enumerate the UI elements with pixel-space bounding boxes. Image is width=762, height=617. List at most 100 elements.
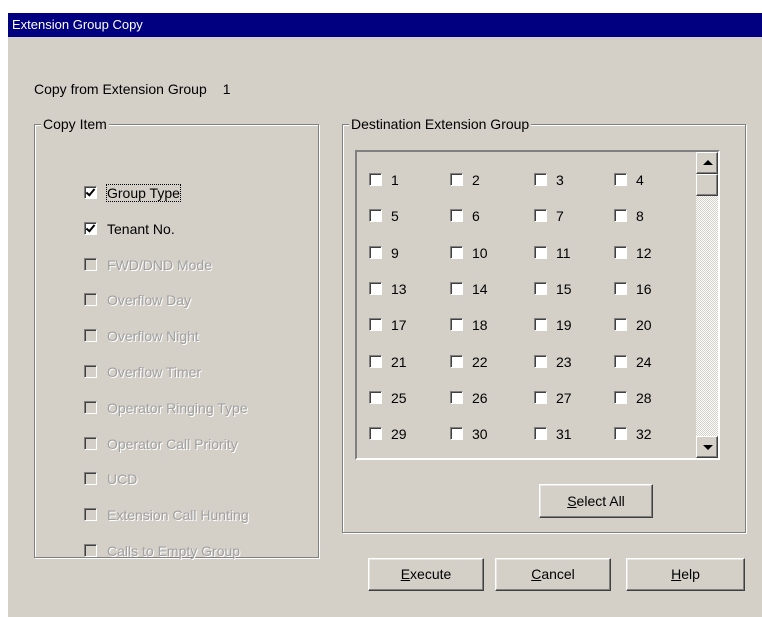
copy-item-label: UCD xyxy=(107,471,138,488)
copy-item-label: Overflow Day xyxy=(107,292,192,309)
copy-item-label: Operator Call Priority xyxy=(107,435,238,452)
destination-label: 21 xyxy=(391,353,407,370)
destination-label: 23 xyxy=(556,353,572,370)
execute-label: xecute xyxy=(410,566,452,582)
destination-checkbox[interactable] xyxy=(450,209,463,223)
destination-label: 2 xyxy=(472,172,480,188)
destination-checkbox[interactable] xyxy=(614,209,627,223)
destination-label: 18 xyxy=(472,317,488,334)
destination-label: 17 xyxy=(391,317,407,334)
destination-label: 7 xyxy=(556,208,564,225)
help-button[interactable]: Help xyxy=(626,558,745,591)
copy-item-legend: Copy Item xyxy=(41,116,109,132)
destination-checkbox[interactable] xyxy=(614,427,627,441)
copy-item-checkbox xyxy=(84,293,97,307)
destination-label: 16 xyxy=(636,280,652,297)
destination-label: 30 xyxy=(472,426,488,443)
destination-checkbox[interactable] xyxy=(369,173,382,186)
destination-checkbox[interactable] xyxy=(369,209,382,223)
copy-item-label: Calls to Empty Group xyxy=(107,543,241,559)
destination-label: 20 xyxy=(636,317,652,334)
destination-label: 1 xyxy=(391,172,399,188)
window-title: Extension Group Copy xyxy=(12,17,143,32)
title-bar: Extension Group Copy xyxy=(8,13,762,37)
destination-label: 3 xyxy=(556,172,564,188)
copy-from-label: Copy from Extension Group xyxy=(34,81,207,97)
destination-checkbox[interactable] xyxy=(450,318,463,332)
copy-item-checkbox[interactable] xyxy=(84,186,97,199)
destination-checkbox[interactable] xyxy=(450,281,463,295)
select-all-mnemonic: S xyxy=(567,493,577,509)
destination-checkbox[interactable] xyxy=(614,281,627,295)
scroll-up-button[interactable] xyxy=(696,152,718,174)
destination-checkbox[interactable] xyxy=(534,173,547,186)
help-mnemonic: H xyxy=(671,566,682,582)
destination-checkbox[interactable] xyxy=(534,245,547,259)
destination-checkbox[interactable] xyxy=(450,427,463,441)
destination-checkbox[interactable] xyxy=(369,318,382,332)
destination-checkbox[interactable] xyxy=(614,318,627,332)
destination-checkbox[interactable] xyxy=(534,318,547,332)
destination-checkbox[interactable] xyxy=(450,173,463,186)
copy-item-label: Group Type xyxy=(106,184,181,202)
destination-label: 11 xyxy=(556,244,571,261)
destination-label: 32 xyxy=(636,426,652,443)
destination-checkbox[interactable] xyxy=(450,390,463,404)
destination-label: 4 xyxy=(636,172,644,188)
execute-button[interactable]: Execute xyxy=(368,558,484,591)
destination-checkbox[interactable] xyxy=(369,427,382,441)
destination-label: 15 xyxy=(556,280,572,297)
destination-extension-group: Destination Extension Group 1 2 3 4 5 6 7 8 9 10 1… xyxy=(342,116,746,533)
destination-label: 28 xyxy=(636,389,652,406)
destination-checkbox[interactable] xyxy=(369,390,382,404)
destination-label: 25 xyxy=(391,389,407,406)
destination-label: 6 xyxy=(472,208,480,225)
destination-checkbox[interactable] xyxy=(614,173,627,186)
destination-checkbox[interactable] xyxy=(614,354,627,368)
copy-item-label: Operator Ringing Type xyxy=(107,399,248,416)
scroll-down-button[interactable] xyxy=(696,436,718,458)
copy-item-checkbox xyxy=(84,400,97,414)
cancel-label: ancel xyxy=(541,566,575,582)
copy-item-checkbox xyxy=(84,508,97,522)
copy-item-label: Overflow Timer xyxy=(107,364,202,380)
arrow-down-icon xyxy=(703,445,713,450)
destination-label: 26 xyxy=(472,389,488,406)
destination-checkbox[interactable] xyxy=(450,354,463,368)
select-all-button[interactable]: Select All xyxy=(539,484,653,518)
copy-item-checkbox xyxy=(84,436,97,450)
destination-label: 13 xyxy=(391,280,407,297)
destination-label: 9 xyxy=(391,244,399,261)
destination-label: 10 xyxy=(472,244,488,261)
cancel-mnemonic: C xyxy=(531,566,542,582)
copy-item-label: Extension Call Hunting xyxy=(107,507,249,524)
destination-label: 8 xyxy=(636,208,644,225)
destination-checkbox[interactable] xyxy=(534,281,547,295)
destination-checkbox[interactable] xyxy=(450,245,463,259)
destination-checkbox[interactable] xyxy=(534,209,547,223)
destination-checkbox[interactable] xyxy=(369,281,382,295)
destination-checkbox[interactable] xyxy=(534,390,547,404)
copy-item-label: FWD/DND Mode xyxy=(107,256,213,273)
scroll-thumb[interactable] xyxy=(696,174,718,196)
copy-item-checkbox xyxy=(84,365,97,378)
destination-label: 5 xyxy=(391,208,399,225)
destination-label: 31 xyxy=(556,426,572,443)
destination-checkbox[interactable] xyxy=(534,427,547,441)
destination-checkbox[interactable] xyxy=(614,245,627,259)
destination-label: 29 xyxy=(391,426,407,443)
help-label: elp xyxy=(681,566,700,582)
vertical-scrollbar[interactable] xyxy=(696,152,718,458)
destination-checkbox[interactable] xyxy=(369,245,382,259)
destination-checkbox[interactable] xyxy=(369,354,382,368)
cancel-button[interactable]: Cancel xyxy=(495,558,611,591)
destination-checkbox[interactable] xyxy=(614,390,627,404)
copy-item-checkbox xyxy=(84,472,97,486)
copy-item-checkbox[interactable] xyxy=(84,221,97,235)
destination-label: 14 xyxy=(472,280,488,297)
destination-checkbox[interactable] xyxy=(534,354,547,368)
destination-label: 27 xyxy=(556,389,572,406)
destination-label: 22 xyxy=(472,353,488,370)
destination-label: 12 xyxy=(636,244,652,261)
select-all-label: elect All xyxy=(576,493,625,509)
